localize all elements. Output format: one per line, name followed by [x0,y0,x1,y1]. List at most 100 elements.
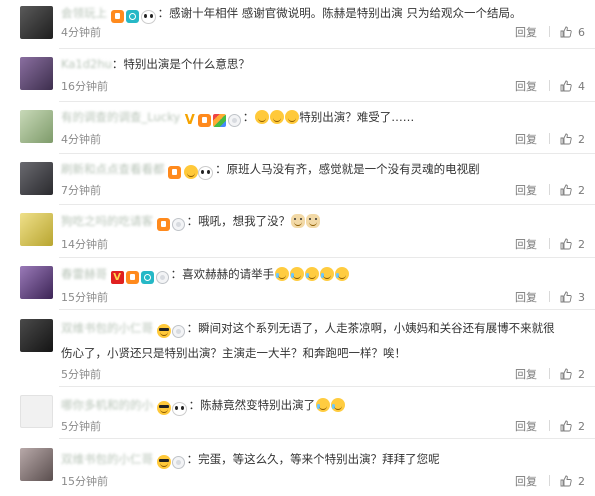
colon-separator: ： [215,162,227,176]
comment-text-line: 刷新和点点查看看都 ：原班人马没有齐，感觉就是一个没有灵魂的电视剧 [61,161,585,180]
comment-item: 有的调查的调查_Lucky V ： 特别出演？难受了…… 4分钟前 回复 2 [0,102,595,153]
comment-item: 双维书包的小仁哥 ：完蛋，等这么久，等来个特别出演？拜拜了您呢 15分钟前 回复… [0,439,595,496]
vip-badge-icon [197,114,211,127]
avatar[interactable] [20,395,53,428]
like-button[interactable]: 2 [560,475,585,489]
avatar[interactable] [20,162,53,195]
thumbs-up-icon [560,26,572,38]
avatar[interactable] [20,448,53,481]
avatar[interactable] [20,266,53,299]
comment-text: 哦吼，想我了没？ [198,214,291,228]
comment-time: 7分钟前 [61,184,101,197]
comment-item: 双维书包的小仁哥 ：瞬间对这个系列无语了，人走茶凉啊，小姨妈和关谷还有展博不来就… [0,310,595,386]
comment-list: 会领玩上 ： 感谢十年相伴 感谢官微说明。陈赫是特别出演 只为给观众一个结局。 4… [0,0,595,496]
comment-actions: 回复 3 [515,291,585,305]
laugh-cry-emoji-icon [304,267,319,281]
like-count: 6 [578,26,585,39]
comment-actions: 回复 2 [515,184,585,198]
comment-time: 4分钟前 [61,26,101,39]
reply-button[interactable]: 回复 [515,420,537,434]
comment-time: 5分钟前 [61,368,101,381]
verified-v-icon: V [110,271,124,284]
username[interactable]: 狗吃之吗的吃请客 [61,214,153,228]
comment-actions: 回复 6 [515,26,585,40]
colon-separator: ： [186,214,199,228]
like-button[interactable]: 2 [560,133,585,147]
avatar[interactable] [20,110,53,143]
comment-text-line: 哪你多机和的的小 ：陈赫竟然变特别出演了 [61,397,585,416]
reply-button[interactable]: 回复 [515,26,537,40]
like-button[interactable]: 3 [560,291,585,305]
comment-text: 喜欢赫赫的请举手 [182,267,275,281]
panda-badge-icon [171,401,187,416]
comment-text: 特别出演是个什么意思？ [123,57,250,71]
divider [549,26,550,37]
thumbs-up-icon [560,420,572,432]
username[interactable]: 春雷赫哥 [61,267,107,281]
reply-button[interactable]: 回复 [515,184,537,198]
comment-actions: 回复 2 [515,133,585,147]
like-button[interactable]: 6 [560,26,585,40]
comment-time: 5分钟前 [61,420,101,433]
comment-text: 完蛋，等这么久，等来个特别出演？拜拜了您呢 [198,452,440,466]
laugh-cry-emoji-icon [319,267,334,281]
username[interactable]: 双维书包的小仁哥 [61,321,153,335]
comment-actions: 回复 2 [515,420,585,434]
avatar[interactable] [20,6,53,39]
username[interactable]: 哪你多机和的的小 [61,398,153,412]
user-badges [157,323,187,339]
comment-text: 感谢十年相伴 感谢官微说明。陈赫是特别出演 只为给观众一个结局。 [169,6,522,20]
user-badges [156,216,187,232]
like-button[interactable]: 2 [560,368,585,382]
comment-text: 特别出演？难受了…… [299,110,415,124]
thumbs-up-icon [560,80,572,92]
comment-text-line: 双维书包的小仁哥 ：瞬间对这个系列无语了，人走茶凉啊，小姨妈和关谷还有展博不来就… [61,320,585,339]
like-button[interactable]: 2 [560,238,585,252]
reply-button[interactable]: 回复 [515,291,537,305]
comment-text-line-2: 伤心了，小贤还只是特别出演？主演走一大半？和奔跑吧一样？唉！ [61,346,406,360]
laugh-cry-emoji-icon [315,398,330,412]
laugh-cry-emoji-icon [289,267,304,281]
divider [549,291,550,302]
verified-v-icon: V [184,113,195,128]
like-count: 4 [578,80,585,93]
divider [549,475,550,486]
comment-item: 春雷赫哥 V ：喜欢赫赫的请举手 15分钟前 回复 3 [0,258,595,309]
grin-emoji-icon [254,110,269,124]
reply-button[interactable]: 回复 [515,475,537,489]
username[interactable]: 双维书包的小仁哥 [61,452,153,466]
avatar[interactable] [20,319,53,352]
ring-badge-icon [171,218,185,231]
divider [549,133,550,144]
reply-button[interactable]: 回复 [515,80,537,94]
username[interactable]: 会领玩上 [61,6,107,20]
thumbs-up-icon [560,238,572,250]
divider [549,420,550,431]
avatar[interactable] [20,213,53,246]
like-button[interactable]: 2 [560,420,585,434]
comment-actions: 回复 2 [515,368,585,382]
grin-emoji-icon [284,110,299,124]
divider [549,238,550,249]
camera-badge-icon [125,10,139,23]
avatar[interactable] [20,57,53,90]
comment-time: 4分钟前 [61,133,101,146]
divider [549,184,550,195]
username[interactable]: 刷新和点点查看看都 [61,162,165,176]
sunglasses-badge-icon [157,401,172,415]
like-button[interactable]: 2 [560,184,585,198]
comment-item: 哪你多机和的的小 ：陈赫竟然变特别出演了 5分钟前 回复 2 [0,387,595,438]
sunglasses-badge-icon [157,455,172,469]
username[interactable]: Ka1d2hu [61,57,112,71]
reply-button[interactable]: 回复 [515,368,537,382]
user-badges: V [184,112,243,128]
reply-button[interactable]: 回复 [515,238,537,252]
comment-time: 14分钟前 [61,238,108,251]
sunglasses-badge-icon [157,324,172,338]
like-count: 2 [578,238,585,251]
like-button[interactable]: 4 [560,80,585,94]
thumbs-up-icon [560,184,572,196]
colon-separator: ： [186,452,199,466]
reply-button[interactable]: 回复 [515,133,537,147]
username[interactable]: 有的调查的调查_Lucky [61,110,180,124]
